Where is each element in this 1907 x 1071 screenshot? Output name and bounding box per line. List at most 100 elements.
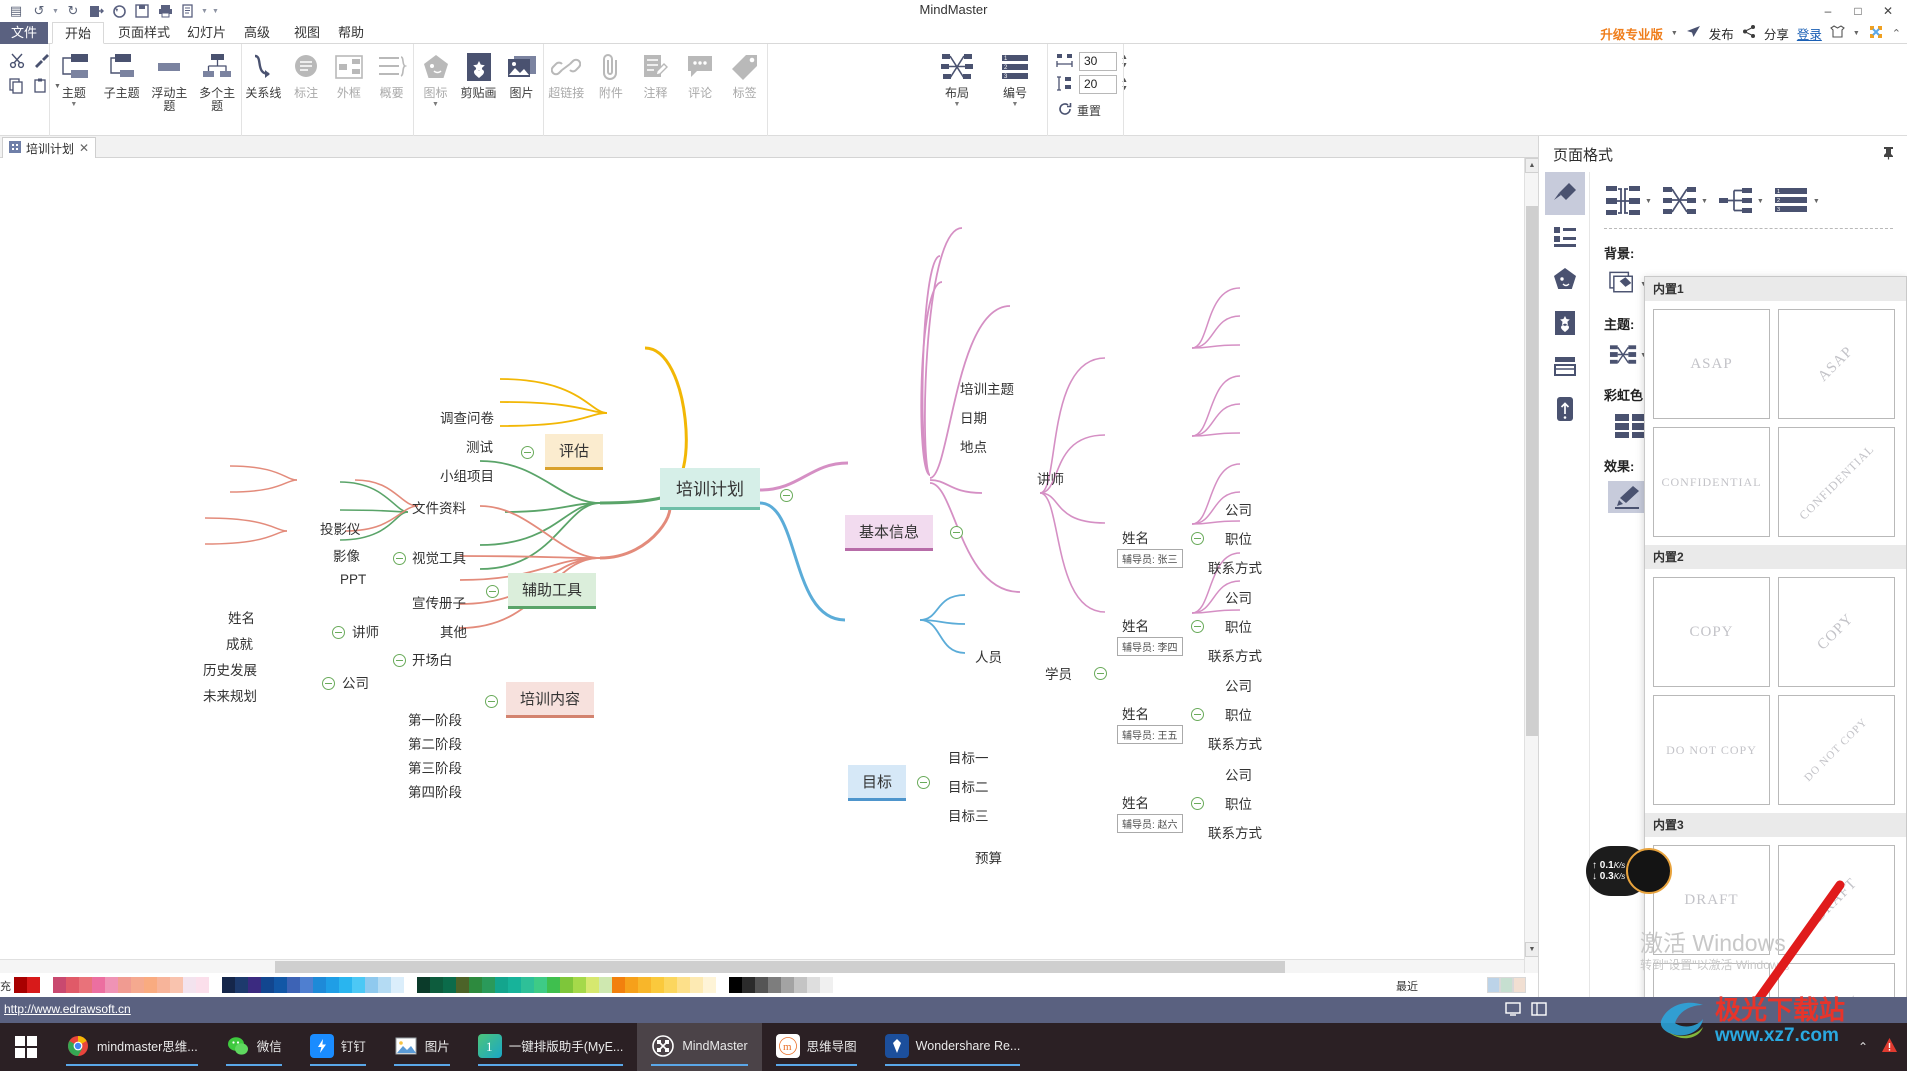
reset-button[interactable]: 重置 bbox=[1056, 102, 1128, 119]
color-swatch[interactable] bbox=[391, 977, 404, 993]
insert-floating-topic-button[interactable]: 浮动主题 bbox=[146, 44, 194, 128]
mindmap-leaf-lecturer-tc[interactable]: 讲师 bbox=[352, 621, 379, 641]
note-button[interactable]: 注释 bbox=[633, 44, 678, 128]
color-swatch[interactable] bbox=[443, 977, 456, 993]
panel-layout-number-option[interactable]: 1 2 3 ▼ bbox=[1774, 186, 1820, 216]
mindmap-leaf-future-plan[interactable]: 未来规划 bbox=[203, 685, 257, 705]
mindmap-leaf-position-2[interactable]: 职位 bbox=[1225, 616, 1252, 636]
rail-layout2-icon[interactable] bbox=[1545, 344, 1585, 387]
taskbar-item-myeditor[interactable]: 1 一键排版助手(MyE... bbox=[464, 1023, 638, 1071]
color-swatch[interactable] bbox=[352, 977, 365, 993]
collapse-toggle-basic-info[interactable] bbox=[950, 526, 963, 539]
color-swatch[interactable] bbox=[378, 977, 391, 993]
color-swatch[interactable] bbox=[430, 977, 443, 993]
color-swatch[interactable] bbox=[716, 977, 729, 993]
color-swatch[interactable] bbox=[768, 977, 781, 993]
color-swatch[interactable] bbox=[183, 977, 196, 993]
menu-tab-slides[interactable]: 幻灯片 bbox=[175, 22, 238, 44]
mindmap-leaf-phase3[interactable]: 第三阶段 bbox=[408, 757, 462, 777]
watermark-cell[interactable]: DO NOT COPY bbox=[1778, 695, 1895, 805]
color-swatch[interactable] bbox=[326, 977, 339, 993]
color-swatch[interactable] bbox=[92, 977, 105, 993]
recent-colors[interactable] bbox=[1487, 977, 1526, 993]
start-icon[interactable] bbox=[0, 1023, 52, 1071]
color-swatch[interactable] bbox=[313, 977, 326, 993]
mindmap-canvas[interactable]: 培训计划 评估 调查问卷 测试 小组项目 辅助工具 文件资料 视觉工具 宣传册子… bbox=[0, 158, 1538, 973]
color-swatch[interactable] bbox=[14, 977, 27, 993]
taskbar-item-dingtalk[interactable]: 钉钉 bbox=[296, 1023, 380, 1071]
color-swatch[interactable] bbox=[79, 977, 92, 993]
collapse-toggle-center[interactable] bbox=[780, 489, 793, 502]
color-swatch[interactable] bbox=[560, 977, 573, 993]
layout-button[interactable]: 布局 ▼ bbox=[928, 44, 986, 128]
attachment-button[interactable]: 附件 bbox=[589, 44, 634, 128]
color-swatch[interactable] bbox=[521, 977, 534, 993]
color-swatch[interactable] bbox=[807, 977, 820, 993]
menu-tab-advanced[interactable]: 高级 bbox=[232, 22, 282, 44]
panel-layout-number-caret-icon[interactable]: ▼ bbox=[1813, 198, 1820, 205]
color-swatch-row[interactable] bbox=[14, 977, 833, 993]
mindmap-leaf-history[interactable]: 历史发展 bbox=[203, 659, 257, 679]
insert-topic-caret-icon[interactable]: ▼ bbox=[70, 101, 77, 108]
panel-layout-map-caret-icon[interactable]: ▼ bbox=[1645, 198, 1652, 205]
collapse-toggle-goals[interactable] bbox=[917, 776, 930, 789]
color-swatch[interactable] bbox=[456, 977, 469, 993]
mindmap-leaf-video[interactable]: 影像 bbox=[333, 545, 360, 565]
canvas-vertical-scrollbar[interactable]: ▲ ▼ bbox=[1524, 158, 1539, 973]
collapse-toggle-person-4[interactable] bbox=[1191, 797, 1204, 810]
pin-icon[interactable] bbox=[1882, 146, 1895, 163]
mindmap-center-node[interactable]: 培训计划 bbox=[660, 468, 760, 510]
login-link[interactable]: 登录 bbox=[1797, 24, 1822, 43]
mindmap-leaf-phase2[interactable]: 第二阶段 bbox=[408, 733, 462, 753]
panel-background-swatch[interactable]: ▼ bbox=[1608, 268, 1648, 300]
mindmap-leaf-name-lect[interactable]: 姓名 bbox=[228, 607, 255, 627]
insert-subtopic-button[interactable]: 子主题 bbox=[98, 44, 146, 128]
canvas-vscroll-down-icon[interactable]: ▼ bbox=[1525, 942, 1539, 957]
menu-tab-view[interactable]: 视图 bbox=[282, 22, 332, 44]
mindmap-leaf-other[interactable]: 其他 bbox=[440, 621, 467, 641]
color-swatch[interactable] bbox=[404, 977, 417, 993]
mindmap-leaf-budget[interactable]: 预算 bbox=[975, 847, 1002, 867]
format-painter-icon[interactable] bbox=[30, 49, 52, 71]
mindmap-leaf-contact-2[interactable]: 联系方式 bbox=[1208, 645, 1262, 665]
collapse-toggle-opening[interactable] bbox=[393, 654, 406, 667]
color-swatch[interactable] bbox=[729, 977, 742, 993]
maximize-button[interactable]: □ bbox=[1843, 0, 1873, 21]
color-swatch[interactable] bbox=[222, 977, 235, 993]
numbering-caret-icon[interactable]: ▼ bbox=[1012, 101, 1019, 108]
mindmap-leaf-visual-tools[interactable]: 视觉工具 bbox=[412, 547, 466, 567]
panel-theme-swatch[interactable]: ▼ bbox=[1608, 339, 1648, 371]
upgrade-pro-link[interactable]: 升级专业版 bbox=[1600, 24, 1663, 43]
recent-color-swatch[interactable] bbox=[1487, 977, 1500, 993]
document-tab[interactable]: 培训计划 ✕ bbox=[2, 137, 97, 158]
mindmap-leaf-position-3[interactable]: 职位 bbox=[1225, 704, 1252, 724]
mindmap-node-aux-tools[interactable]: 辅助工具 bbox=[508, 573, 597, 609]
color-swatch[interactable] bbox=[339, 977, 352, 993]
rail-list-icon[interactable] bbox=[1545, 215, 1585, 258]
color-swatch[interactable] bbox=[261, 977, 274, 993]
collapse-toggle-evaluation[interactable] bbox=[521, 446, 534, 459]
sticker-caret-icon[interactable]: ▼ bbox=[432, 101, 439, 108]
panel-effect-swatch[interactable] bbox=[1608, 481, 1648, 513]
color-swatch[interactable] bbox=[365, 977, 378, 993]
mindmap-leaf-goal-1[interactable]: 目标一 bbox=[948, 747, 989, 767]
mindmap-leaf-group-project[interactable]: 小组项目 bbox=[440, 465, 494, 485]
color-swatch[interactable] bbox=[664, 977, 677, 993]
mindmap-leaf-person-name-3[interactable]: 姓名 bbox=[1122, 703, 1149, 723]
mindmap-leaf-company-1[interactable]: 公司 bbox=[1225, 499, 1252, 519]
mindmap-leaf-person-name-1[interactable]: 姓名 bbox=[1122, 527, 1149, 547]
watermark-cell[interactable]: ASAP bbox=[1653, 309, 1770, 419]
mindmap-leaf-student[interactable]: 学员 bbox=[1045, 663, 1072, 683]
color-swatch[interactable] bbox=[469, 977, 482, 993]
mindmap-leaf-contact-1[interactable]: 联系方式 bbox=[1208, 557, 1262, 577]
watermark-cell[interactable]: CONFIDENTIAL bbox=[1778, 427, 1895, 537]
color-swatch[interactable] bbox=[482, 977, 495, 993]
color-swatch[interactable] bbox=[287, 977, 300, 993]
color-swatch[interactable] bbox=[27, 977, 40, 993]
mindmap-leaf-personnel[interactable]: 人员 bbox=[975, 646, 1002, 666]
panel-layout-tree-option[interactable]: ▼ bbox=[1718, 186, 1764, 216]
insert-multi-topic-button[interactable]: 多个主题 bbox=[193, 44, 241, 128]
color-swatch[interactable] bbox=[794, 977, 807, 993]
mindmap-leaf-ppt[interactable]: PPT bbox=[340, 572, 366, 587]
menu-file[interactable]: 文件 bbox=[0, 22, 48, 44]
